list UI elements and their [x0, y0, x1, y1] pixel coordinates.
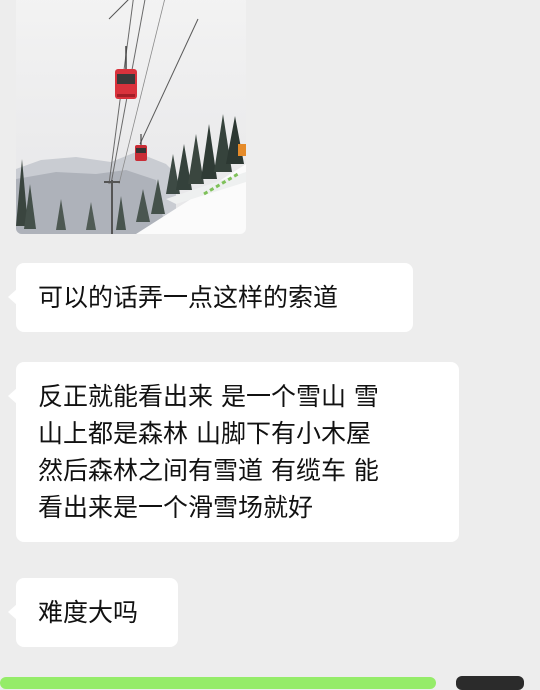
message-bubble[interactable]: 难度大吗 — [8, 578, 178, 647]
message-text-line: 看出来是一个滑雪场就好 — [38, 493, 314, 522]
ski-resort-photo — [16, 0, 246, 234]
message-text: 难度大吗 — [38, 598, 139, 627]
outgoing-message-bubble[interactable] — [0, 677, 436, 689]
image-message[interactable] — [16, 0, 246, 234]
avatar[interactable] — [456, 676, 524, 690]
message-text-line: 然后森林之间有雪道 有缆车 能 — [38, 456, 379, 485]
message-text-line: 山上都是森林 山脚下有小木屋 — [38, 419, 371, 448]
message-text-line: 反正就能看出来 是一个雪山 雪 — [38, 382, 379, 411]
message-bubble[interactable]: 反正就能看出来 是一个雪山 雪 山上都是森林 山脚下有小木屋 然后森林之间有雪道… — [8, 362, 459, 542]
chat-area: 可以的话弄一点这样的索道 反正就能看出来 是一个雪山 雪 山上都是森林 山脚下有… — [0, 0, 540, 690]
message-text: 可以的话弄一点这样的索道 — [38, 283, 339, 312]
message-bubble[interactable]: 可以的话弄一点这样的索道 — [8, 263, 413, 332]
